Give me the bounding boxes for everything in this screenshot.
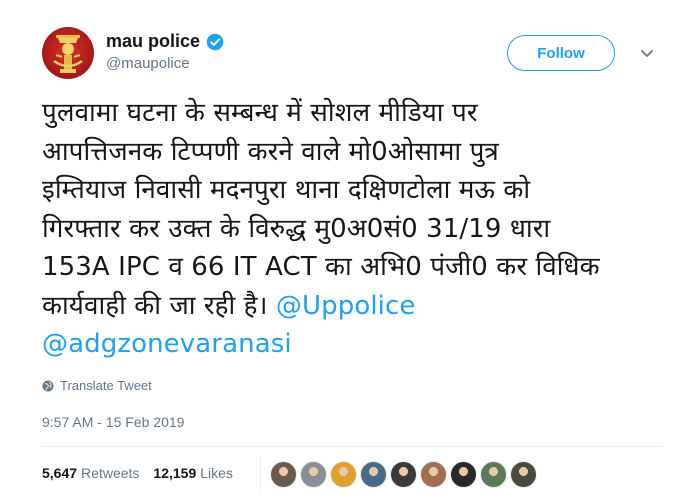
tweet-line: 153A IPC व 66 IT ACT का अभि0 पंजी0 कर वि… [42, 252, 600, 282]
likes-label[interactable]: Likes [200, 465, 233, 481]
stats-divider [260, 458, 261, 490]
tweet-line: कार्यवाही की जा रही है। [42, 290, 276, 321]
tweet-header: mau police @maupolice Follow [42, 27, 662, 87]
likes-count[interactable]: 12,159 [153, 465, 196, 481]
liker-avatars [270, 461, 537, 488]
verified-badge-icon [206, 33, 224, 50]
tweet-text: पुलवामा घटना के सम्बन्ध में सोशल मीडिया … [42, 94, 672, 364]
avatar[interactable] [42, 27, 94, 79]
tweet-timestamp[interactable]: 9:57 AM - 15 Feb 2019 [42, 414, 184, 430]
liker-avatar[interactable] [390, 461, 417, 488]
tweet-line: इम्तियाज निवासी मदनपुरा थाना दक्षिणटोला … [42, 175, 531, 205]
follow-button[interactable]: Follow [507, 35, 615, 71]
globe-icon [42, 380, 54, 391]
liker-avatar[interactable] [510, 461, 537, 488]
tweet-stats: 5,647 Retweets 12,159 Likes [42, 465, 243, 481]
chevron-down-icon[interactable] [639, 45, 655, 61]
police-emblem-icon [53, 35, 83, 73]
user-name[interactable]: mau police [106, 31, 200, 52]
liker-avatar[interactable] [360, 461, 387, 488]
divider [42, 446, 662, 447]
retweets-label[interactable]: Retweets [81, 465, 139, 481]
retweets-count[interactable]: 5,647 [42, 465, 77, 481]
liker-avatar[interactable] [330, 461, 357, 488]
tweet-line: पुलवामा घटना के सम्बन्ध में सोशल मीडिया … [42, 98, 478, 128]
liker-avatar[interactable] [450, 461, 477, 488]
user-info: mau police @maupolice [106, 31, 224, 72]
mention-link-adgzonevaranasi[interactable]: @adgzonevaranasi [42, 325, 672, 364]
tweet-line: गिरफ्तार कर उक्त के विरुद्ध मु0अ0सं0 31/… [42, 213, 551, 244]
liker-avatar[interactable] [300, 461, 327, 488]
liker-avatar[interactable] [420, 461, 447, 488]
translate-label: Translate Tweet [60, 378, 152, 393]
liker-avatar[interactable] [480, 461, 507, 488]
user-handle[interactable]: @maupolice [106, 55, 224, 72]
translate-tweet-link[interactable]: Translate Tweet [42, 378, 152, 393]
tweet-line-with-mention: कार्यवाही की जा रही है। @Uppolice [42, 287, 672, 326]
tweet-line: आपत्तिजनक टिप्पणी करने वाले मो0ओसामा पुत… [42, 136, 499, 167]
mention-link-uppolice[interactable]: @Uppolice [276, 291, 416, 321]
liker-avatar[interactable] [270, 461, 297, 488]
